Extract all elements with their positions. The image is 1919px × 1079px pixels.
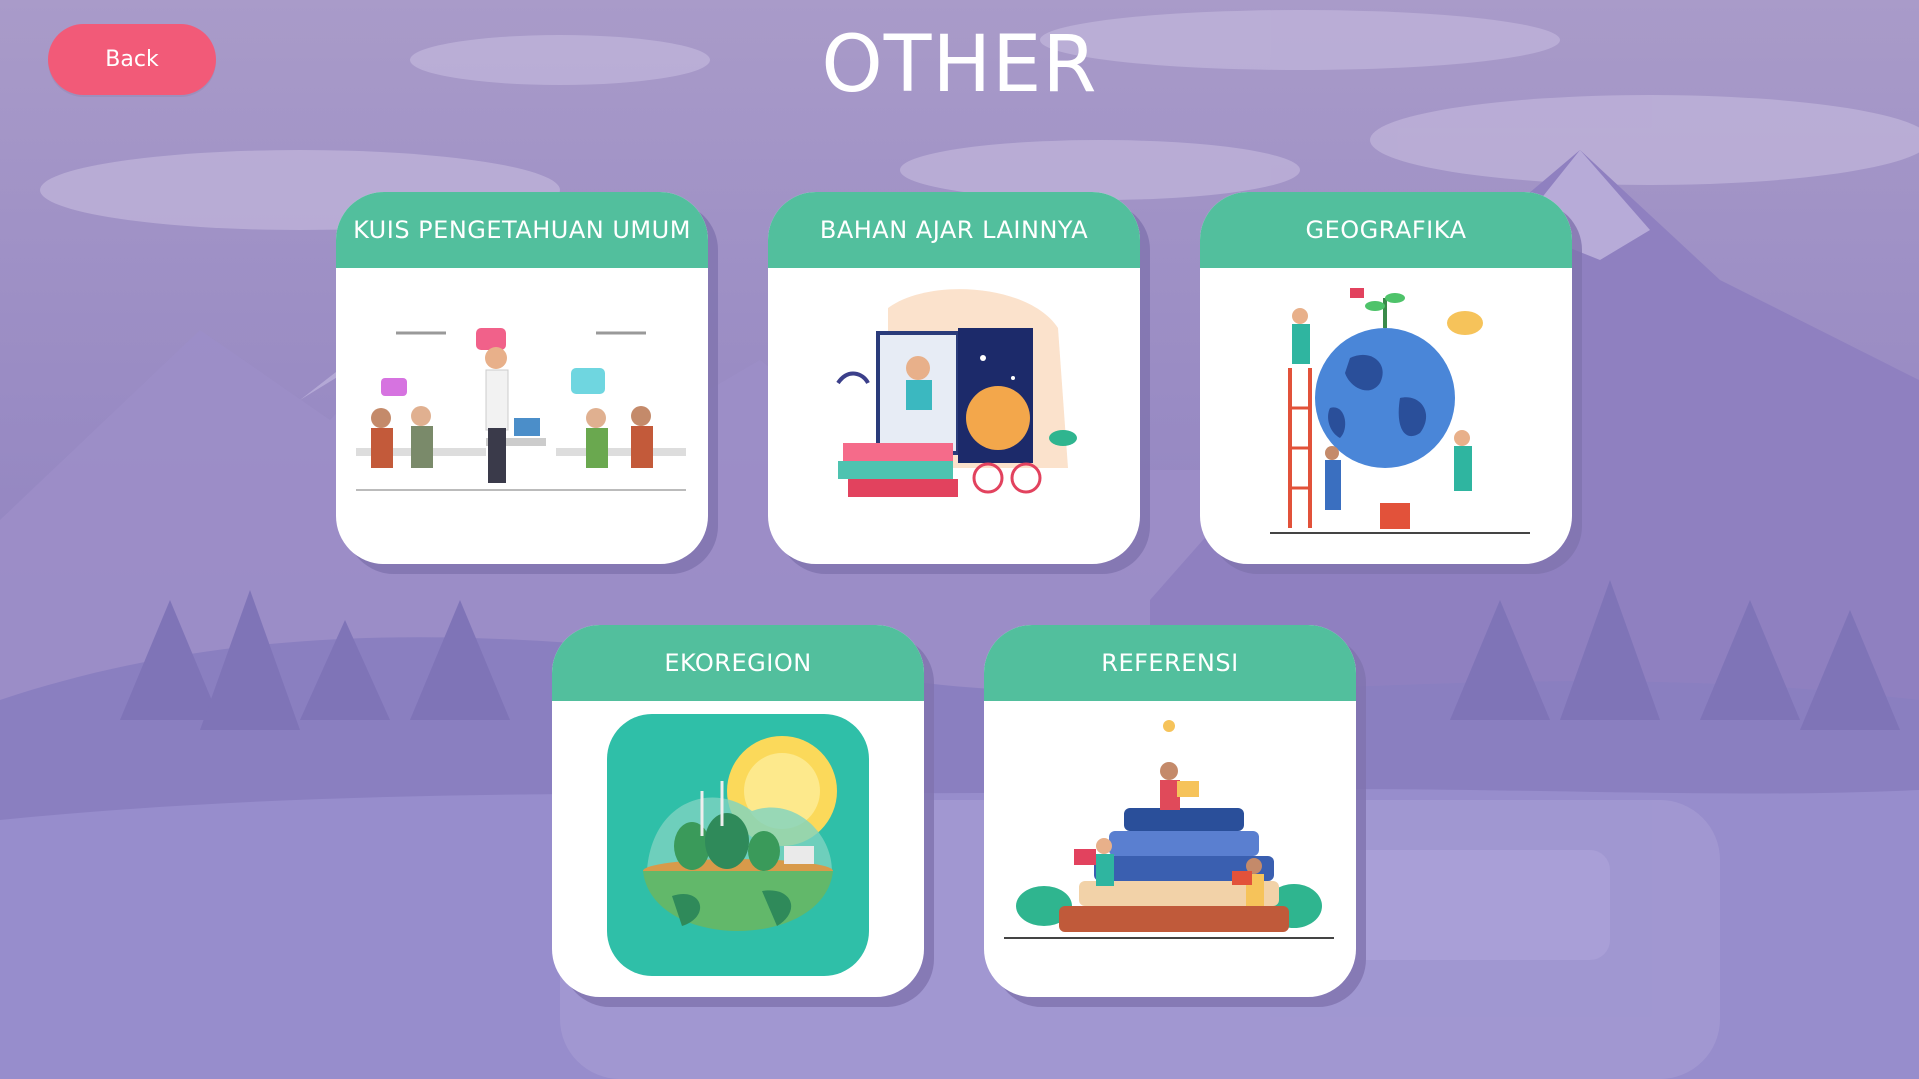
globe-people-icon: [1270, 288, 1530, 534]
books-stack-icon: [1004, 720, 1334, 939]
card-referensi[interactable]: REFERENSI: [984, 625, 1366, 1007]
card-title: EKOREGION: [552, 625, 924, 701]
card-title: REFERENSI: [984, 625, 1356, 701]
card-title: BAHAN AJAR LAINNYA: [768, 192, 1140, 268]
card-title: GEOGRAFIKA: [1200, 192, 1572, 268]
card-geografika[interactable]: GEOGRAFIKA: [1200, 192, 1582, 574]
eco-globe-icon: [607, 714, 869, 976]
office-people-icon: [356, 328, 686, 491]
reading-book-icon: [836, 289, 1077, 497]
card-kuis-pengetahuan-umum[interactable]: KUIS PENGETAHUAN UMUM: [336, 192, 718, 574]
page-title: OTHER: [821, 20, 1098, 110]
card-title: KUIS PENGETAHUAN UMUM: [336, 192, 708, 268]
card-bahan-ajar-lainnya[interactable]: BAHAN AJAR LAINNYA: [768, 192, 1150, 574]
card-ekoregion[interactable]: EKOREGION: [552, 625, 934, 1007]
